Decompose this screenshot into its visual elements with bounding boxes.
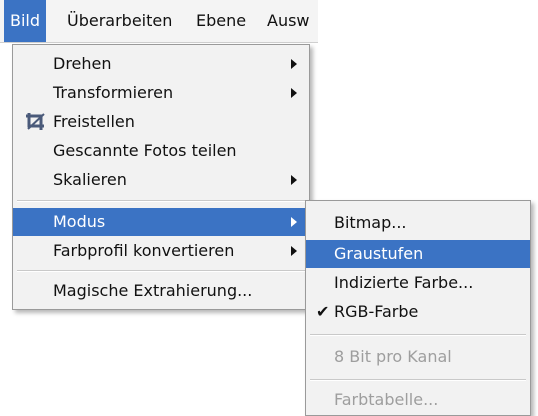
menu-item-freistellen[interactable]: Freistellen: [13, 108, 309, 136]
menu-separator: [310, 379, 526, 381]
menu-item-label: Modus: [53, 212, 106, 231]
submenu-arrow-icon: [291, 246, 297, 256]
menu-item-label: Magische Extrahierung...: [53, 281, 253, 300]
menu-item-8-bit-pro-kanal[interactable]: 8 Bit pro Kanal: [306, 343, 530, 371]
submenu-arrow-icon: [291, 59, 297, 69]
menu-item-label: Drehen: [53, 54, 112, 73]
menu-item-label: Graustufen: [334, 244, 424, 263]
menu-item-magische-extrahierung[interactable]: Magische Extrahierung...: [13, 277, 309, 305]
menu-separator: [17, 270, 305, 272]
menu-separator: [17, 200, 305, 202]
menu-item-rgb-farbe[interactable]: ✔ RGB-Farbe: [306, 298, 530, 326]
menu-item-label: Skalieren: [53, 170, 127, 189]
menu-item-graustufen[interactable]: Graustufen: [306, 240, 530, 268]
menu-item-transformieren[interactable]: Transformieren: [13, 79, 309, 107]
menu-item-skalieren[interactable]: Skalieren: [13, 166, 309, 194]
menu-item-bitmap[interactable]: Bitmap...: [306, 209, 530, 237]
menu-auswahl[interactable]: Ausw: [261, 0, 316, 42]
submenu-arrow-icon: [291, 88, 297, 98]
submenu-arrow-icon: [291, 175, 297, 185]
menu-item-label: Gescannte Fotos teilen: [53, 141, 237, 160]
menu-item-label: Indizierte Farbe...: [334, 273, 474, 292]
menu-item-farbtabelle[interactable]: Farbtabelle...: [306, 386, 530, 414]
checkmark-icon: ✔: [316, 302, 330, 321]
bild-menu: Drehen Transformieren Freistellen Gescan…: [12, 44, 310, 310]
submenu-arrow-icon: [291, 217, 297, 227]
menu-item-label: 8 Bit pro Kanal: [334, 347, 452, 366]
menu-item-label: Transformieren: [53, 83, 174, 102]
menu-item-indizierte-farbe[interactable]: Indizierte Farbe...: [306, 269, 530, 297]
menu-item-farbprofil-konvertieren[interactable]: Farbprofil konvertieren: [13, 237, 309, 265]
menu-ebene[interactable]: Ebene: [190, 0, 252, 42]
menu-bild[interactable]: Bild: [4, 0, 47, 42]
menu-bar: Bild Überarbeiten Ebene Ausw: [0, 0, 318, 43]
menu-separator: [310, 334, 526, 336]
menu-item-label: Farbprofil konvertieren: [53, 241, 235, 260]
menu-item-drehen[interactable]: Drehen: [13, 50, 309, 78]
menu-ueberarbeiten[interactable]: Überarbeiten: [61, 0, 178, 42]
menu-item-label: Bitmap...: [334, 213, 407, 232]
crop-icon: [26, 113, 45, 130]
menu-item-label: RGB-Farbe: [334, 302, 419, 321]
modus-submenu: Bitmap... Graustufen Indizierte Farbe...…: [305, 200, 531, 416]
menu-item-label: Farbtabelle...: [334, 390, 439, 409]
menu-item-gescannte-fotos-teilen[interactable]: Gescannte Fotos teilen: [13, 137, 309, 165]
menu-item-modus[interactable]: Modus: [13, 208, 309, 236]
menu-item-label: Freistellen: [53, 112, 135, 131]
